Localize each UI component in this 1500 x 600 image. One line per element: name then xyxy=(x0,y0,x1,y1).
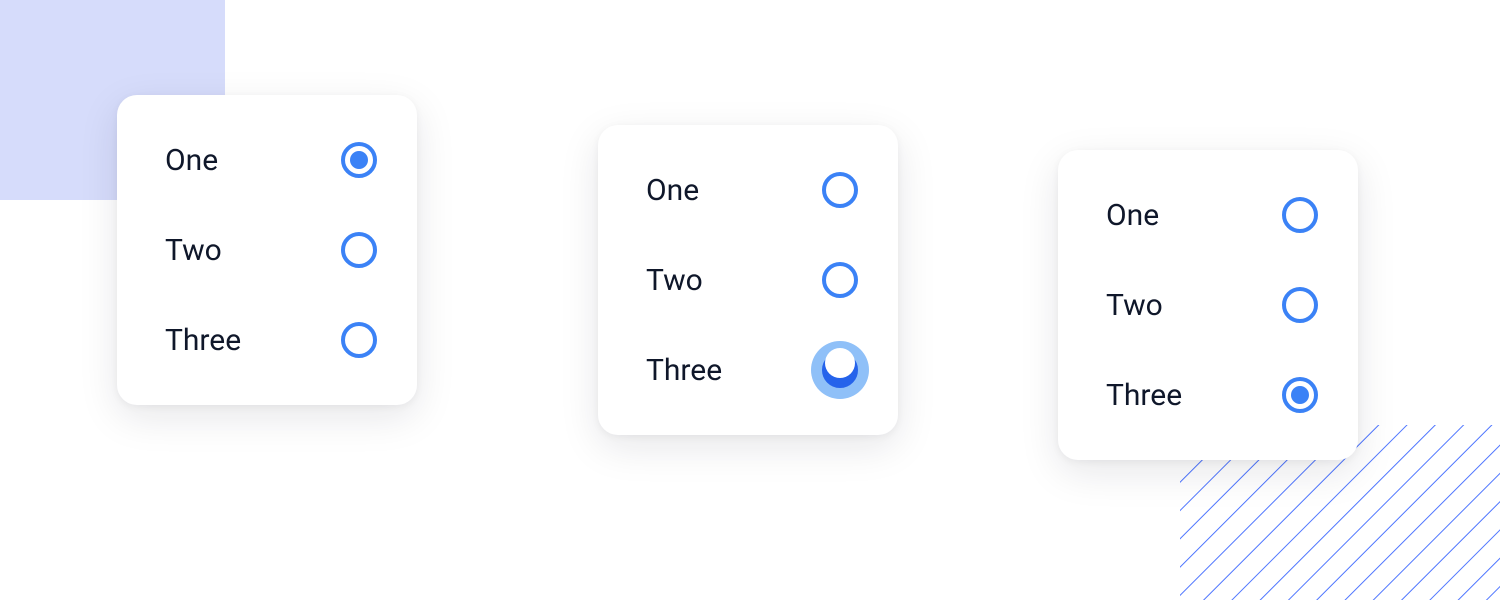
radio-label: One xyxy=(646,173,699,208)
radio-label: Two xyxy=(646,263,703,298)
radio-button-icon[interactable] xyxy=(1282,377,1318,413)
radio-card-1: One Two Three xyxy=(117,95,417,405)
radio-button-icon[interactable] xyxy=(822,172,858,208)
radio-label: One xyxy=(165,143,218,178)
radio-label: Three xyxy=(165,323,241,358)
radio-row[interactable]: One xyxy=(646,169,858,211)
radio-button-icon[interactable] xyxy=(341,322,377,358)
radio-button-icon[interactable] xyxy=(822,262,858,298)
radio-card-3: One Two Three xyxy=(1058,150,1358,460)
radio-row[interactable]: One xyxy=(1106,194,1318,236)
radio-button-icon[interactable] xyxy=(341,232,377,268)
radio-card-2: One Two Three xyxy=(598,125,898,435)
radio-row[interactable]: One xyxy=(165,139,377,181)
radio-row[interactable]: Two xyxy=(1106,284,1318,326)
radio-row[interactable]: Three xyxy=(1106,374,1318,416)
radio-button-icon[interactable] xyxy=(341,142,377,178)
radio-label: One xyxy=(1106,198,1159,233)
radio-label: Two xyxy=(165,233,222,268)
radio-button-icon[interactable] xyxy=(1282,197,1318,233)
radio-row[interactable]: Three xyxy=(165,319,377,361)
radio-label: Three xyxy=(646,353,722,388)
radio-label: Three xyxy=(1106,378,1182,413)
radio-button-icon[interactable] xyxy=(1282,287,1318,323)
radio-row[interactable]: Two xyxy=(646,259,858,301)
radio-button-icon[interactable] xyxy=(822,352,858,388)
radio-row[interactable]: Two xyxy=(165,229,377,271)
radio-row[interactable]: Three xyxy=(646,349,858,391)
radio-label: Two xyxy=(1106,288,1163,323)
